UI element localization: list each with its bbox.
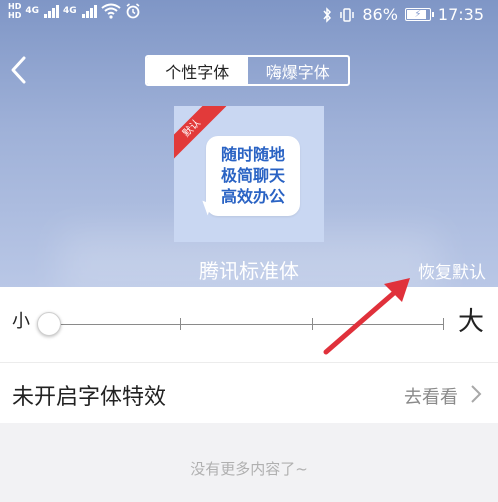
slider-tick xyxy=(312,318,313,330)
vibrate-icon xyxy=(340,7,355,22)
preview-line-2: 极简聊天 xyxy=(220,166,285,185)
font-effect-row[interactable]: 未开启字体特效 去看看 xyxy=(0,363,498,423)
hd-indicator-2: HD xyxy=(8,11,22,20)
size-small-label: 小 xyxy=(12,311,30,332)
slider-tick xyxy=(443,318,444,330)
status-bar-right: 86% ⚡ 17:35 xyxy=(322,5,484,24)
tab-personal-font[interactable]: 个性字体 xyxy=(147,57,248,84)
back-arrow-icon[interactable] xyxy=(6,52,30,88)
tab-hot-font[interactable]: 嗨爆字体 xyxy=(248,57,349,84)
preview-line-3: 高效办公 xyxy=(220,187,285,206)
go-see-link[interactable]: 去看看 xyxy=(404,383,458,409)
bluetooth-icon xyxy=(323,6,332,23)
signal-label-2: 4G xyxy=(63,6,77,16)
signal-bars-icon xyxy=(81,4,97,18)
font-preview-card: 默认 随时随地 极简聊天 高效办公 xyxy=(174,106,324,242)
status-bar: HD HD 4G 4G 86% ⚡ 17:35 xyxy=(0,0,498,30)
restore-default-button[interactable]: 恢复默认 xyxy=(418,258,486,283)
size-large-label: 大 xyxy=(457,307,484,337)
alarm-icon xyxy=(126,3,140,19)
red-annotation-arrow-icon xyxy=(323,278,410,355)
font-effect-label: 未开启字体特效 xyxy=(12,385,167,410)
wifi-icon xyxy=(101,3,121,19)
font-size-slider-section: 小 大 xyxy=(0,287,498,362)
font-category-tabs: 个性字体 嗨爆字体 xyxy=(145,55,350,86)
signal-label-1: 4G xyxy=(25,6,39,16)
battery-icon: ⚡ xyxy=(404,8,434,21)
clock: 17:35 xyxy=(437,5,484,24)
slider-tick xyxy=(180,318,181,330)
preview-line-1: 随时随地 xyxy=(220,145,285,164)
no-more-content-text: 没有更多内容了~ xyxy=(190,460,308,478)
font-preview-header: HD HD 4G 4G 86% ⚡ 17:35 个性字体 嗨爆字体 默认 随时随… xyxy=(0,0,498,287)
hd-indicator-1: HD xyxy=(8,2,22,11)
chevron-right-icon xyxy=(471,385,482,403)
signal-bars-icon xyxy=(44,4,59,18)
battery-percent: 86% xyxy=(362,5,398,24)
status-bar-left: HD HD 4G 4G xyxy=(8,2,141,20)
font-size-slider-thumb[interactable] xyxy=(37,312,61,336)
preview-chat-bubble: 随时随地 极简聊天 高效办公 xyxy=(206,136,300,216)
